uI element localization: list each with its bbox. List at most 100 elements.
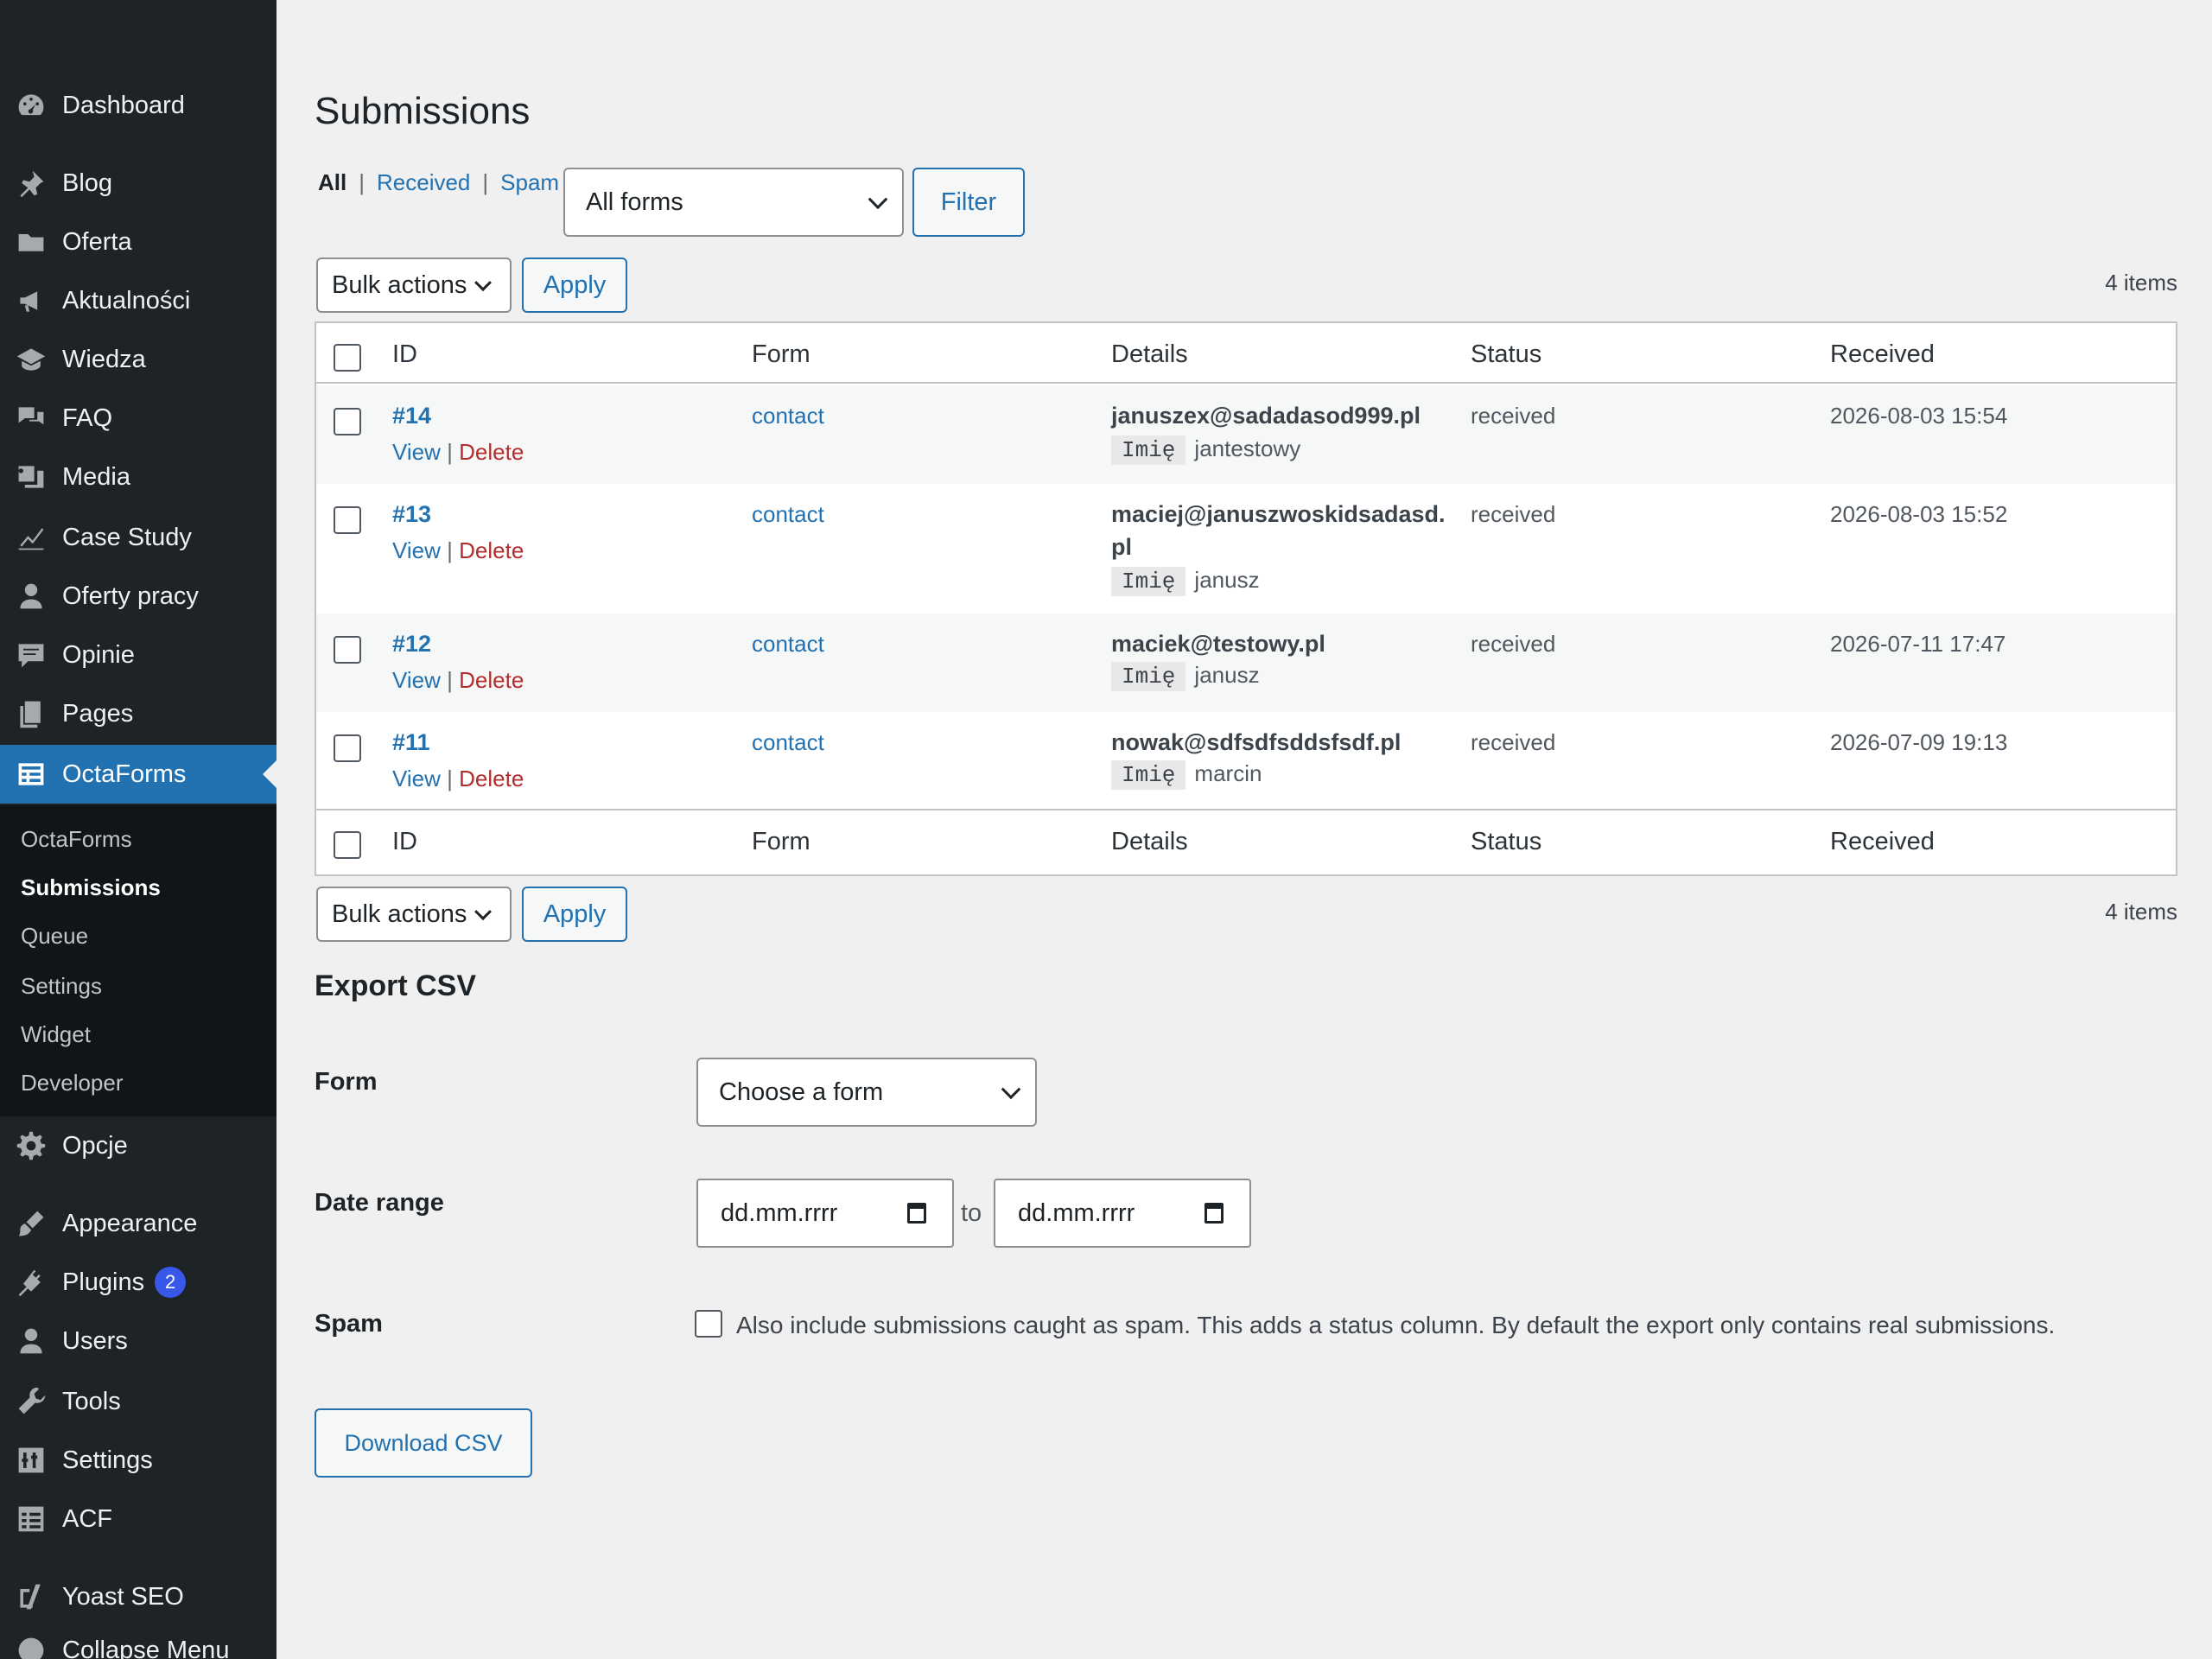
row-checkbox[interactable] — [334, 636, 361, 664]
calendar-icon[interactable] — [907, 1203, 926, 1224]
date-from-placeholder: dd.mm.rrrr — [721, 1198, 838, 1227]
bulk-actions-select-bottom[interactable]: Bulk actions — [316, 887, 512, 942]
sidebar-item-opinie[interactable]: Opinie — [0, 626, 276, 684]
sidebar-item-label: Dashboard — [62, 91, 185, 119]
export-form-select[interactable]: Choose a form — [696, 1058, 1037, 1127]
sidebar-item-label: ACF — [62, 1504, 112, 1533]
delete-link[interactable]: Delete — [459, 667, 524, 693]
sidebar-item-label: Oferty pracy — [62, 582, 199, 610]
sidebar-item-collapse-menu[interactable]: Collapse Menu — [0, 1621, 276, 1659]
view-link[interactable]: View — [392, 537, 441, 563]
form-filter-select[interactable]: All forms — [563, 168, 904, 237]
filter-button[interactable]: Filter — [912, 168, 1025, 237]
users-icon — [14, 1324, 48, 1358]
delete-link[interactable]: Delete — [459, 537, 524, 563]
sidebar-item-plugins[interactable]: Plugins 2 — [0, 1253, 276, 1312]
select-all-checkbox-bottom[interactable] — [334, 831, 361, 859]
sidebar-item-wiedza[interactable]: Wiedza — [0, 330, 276, 389]
table-row: #13 View | Delete contact maciej@januszw… — [316, 484, 2176, 613]
select-all-checkbox[interactable] — [334, 344, 361, 372]
view-link[interactable]: View — [392, 439, 441, 465]
sidebar-item-label: Opcje — [62, 1131, 128, 1160]
sidebar-item-blog[interactable]: Blog — [0, 154, 276, 213]
submission-id-link[interactable]: #11 — [392, 729, 430, 756]
sidebar-item-label: Pages — [62, 699, 134, 728]
sidebar-item-media[interactable]: Media — [0, 448, 276, 506]
submenu-item-developer[interactable]: Developer — [21, 1070, 124, 1096]
column-header-status[interactable]: Status — [1471, 340, 1541, 369]
apply-button-bottom[interactable]: Apply — [522, 887, 627, 942]
delete-link[interactable]: Delete — [459, 439, 524, 465]
view-link[interactable]: View — [392, 667, 441, 693]
bulk-actions-select-top[interactable]: Bulk actions — [316, 257, 512, 313]
submenu-item-octaforms[interactable]: OctaForms — [21, 826, 132, 853]
view-link[interactable]: View — [392, 766, 441, 791]
sidebar-item-settings[interactable]: Settings — [0, 1431, 276, 1490]
row-checkbox[interactable] — [334, 408, 361, 435]
delete-link[interactable]: Delete — [459, 766, 524, 791]
sidebar-item-oferty-pracy[interactable]: Oferty pracy — [0, 567, 276, 626]
date-range-separator: to — [961, 1199, 982, 1227]
column-footer-status[interactable]: Status — [1471, 828, 1541, 856]
form-link[interactable]: contact — [752, 403, 824, 429]
view-received-link[interactable]: Received — [377, 169, 470, 196]
sidebar-item-yoast-seo[interactable]: Yoast SEO — [0, 1567, 276, 1626]
submenu-item-queue[interactable]: Queue — [21, 923, 88, 950]
table-footer-row: ID Form Details Status Received — [316, 812, 2176, 874]
submission-email: januszex@sadadasod999.pl — [1111, 403, 1421, 429]
submission-id-link[interactable]: #12 — [392, 631, 431, 658]
column-header-id[interactable]: ID — [392, 340, 417, 369]
user-icon — [14, 579, 48, 613]
calendar-icon[interactable] — [1205, 1203, 1224, 1224]
sidebar-item-aktualnosci[interactable]: Aktualności — [0, 271, 276, 330]
date-range-label: Date range — [315, 1189, 444, 1217]
submission-id-link[interactable]: #14 — [392, 403, 431, 429]
column-footer-details[interactable]: Details — [1111, 828, 1188, 856]
sidebar-item-label: Tools — [62, 1387, 121, 1415]
brush-icon — [14, 1206, 48, 1241]
view-all-link[interactable]: All — [318, 169, 346, 196]
row-checkbox[interactable] — [334, 734, 361, 762]
chart-line-icon — [14, 520, 48, 555]
column-header-form[interactable]: Form — [752, 340, 810, 369]
apply-button-top[interactable]: Apply — [522, 257, 627, 313]
sidebar-item-pages[interactable]: Pages — [0, 684, 276, 743]
form-link[interactable]: contact — [752, 729, 824, 756]
dashboard-icon — [14, 88, 48, 123]
submenu-item-submissions[interactable]: Submissions — [21, 874, 161, 901]
submenu-item-settings[interactable]: Settings — [21, 973, 102, 1000]
submission-id-link[interactable]: #13 — [392, 501, 431, 528]
sidebar-item-acf[interactable]: ACF — [0, 1490, 276, 1548]
action-separator: | — [447, 439, 453, 465]
items-count-top: 4 items — [2105, 270, 2177, 296]
form-link[interactable]: contact — [752, 631, 824, 658]
submission-email-continued: pl — [1111, 534, 1132, 560]
sidebar-item-users[interactable]: Users — [0, 1312, 276, 1370]
column-footer-received[interactable]: Received — [1830, 828, 1935, 856]
sidebar-item-oferta[interactable]: Oferta — [0, 213, 276, 271]
sidebar-item-case-study[interactable]: Case Study — [0, 508, 276, 567]
column-header-received[interactable]: Received — [1830, 340, 1935, 369]
row-checkbox[interactable] — [334, 506, 361, 534]
table-row: #12 View | Delete contact maciek@testowy… — [316, 613, 2176, 712]
field-value: jantestowy — [1194, 435, 1301, 461]
column-footer-form[interactable]: Form — [752, 828, 810, 856]
download-csv-button[interactable]: Download CSV — [315, 1408, 532, 1478]
sidebar-item-opcje[interactable]: Opcje — [0, 1116, 276, 1175]
sidebar-item-tools[interactable]: Tools — [0, 1372, 276, 1431]
sidebar-item-label: Yoast SEO — [62, 1582, 184, 1611]
sidebar-item-dashboard[interactable]: Dashboard — [0, 76, 276, 135]
include-spam-checkbox[interactable] — [695, 1310, 722, 1338]
sidebar-item-octaforms[interactable]: OctaForms — [0, 745, 276, 804]
form-link[interactable]: contact — [752, 501, 824, 528]
submenu-item-widget[interactable]: Widget — [21, 1021, 91, 1048]
date-to-input[interactable]: dd.mm.rrrr — [994, 1179, 1251, 1248]
column-header-details[interactable]: Details — [1111, 340, 1188, 369]
sidebar-item-faq[interactable]: FAQ — [0, 389, 276, 448]
date-from-input[interactable]: dd.mm.rrrr — [696, 1179, 954, 1248]
view-spam-link[interactable]: Spam — [500, 169, 559, 196]
spam-label: Spam — [315, 1310, 383, 1338]
column-footer-id[interactable]: ID — [392, 828, 417, 856]
view-separator: | — [482, 169, 489, 195]
sidebar-item-appearance[interactable]: Appearance — [0, 1194, 276, 1253]
